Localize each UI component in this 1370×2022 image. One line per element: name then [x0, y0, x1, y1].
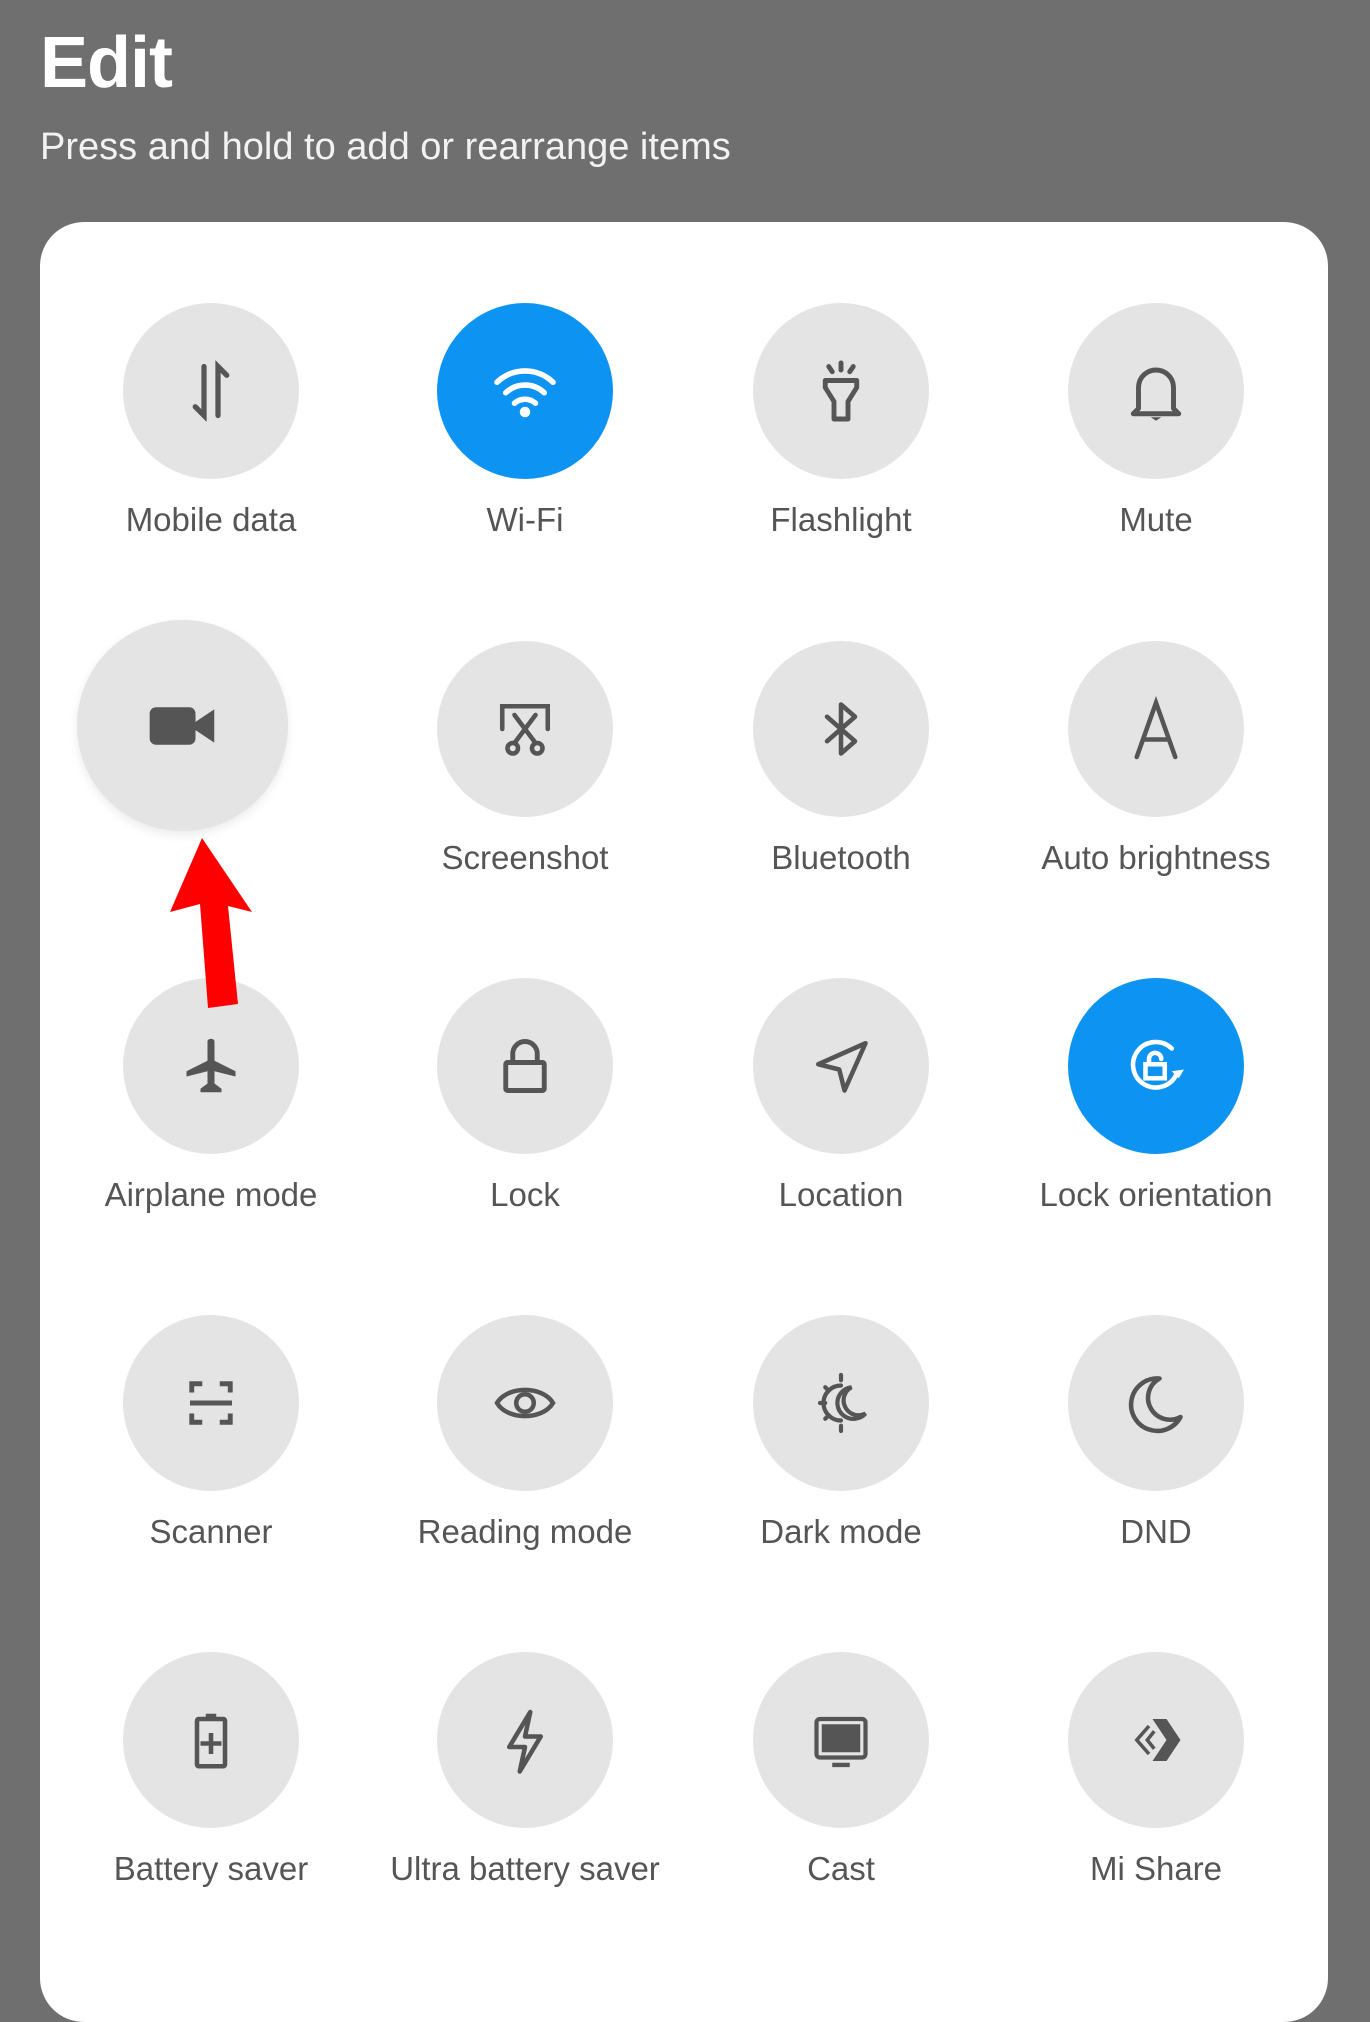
- cast-toggle[interactable]: [753, 1652, 929, 1828]
- wifi-icon: [494, 368, 556, 418]
- tile-label: Dark mode: [760, 1513, 922, 1550]
- lightning-icon: [506, 1709, 544, 1774]
- tile-label: Flashlight: [770, 501, 912, 538]
- tile-label: Ultra battery saver: [390, 1850, 660, 1887]
- lock-icon: [503, 1039, 547, 1093]
- tile-label: Screenshot: [441, 839, 609, 876]
- tile-dark-mode[interactable]: Dark mode: [691, 1315, 991, 1645]
- location-icon: [815, 1040, 868, 1093]
- wifi-toggle[interactable]: [437, 303, 613, 479]
- screenshot-toggle[interactable]: [437, 641, 613, 817]
- page-title: Edit: [40, 23, 173, 103]
- dnd-toggle[interactable]: [1068, 1315, 1244, 1491]
- flashlight-toggle[interactable]: [753, 303, 929, 479]
- scanner-icon: [189, 1381, 233, 1425]
- auto-brightness-toggle[interactable]: [1068, 641, 1244, 817]
- tile-screenshot[interactable]: Screenshot: [375, 641, 675, 971]
- tile-scanner[interactable]: Scanner: [61, 1315, 361, 1645]
- bluetooth-toggle[interactable]: [753, 641, 929, 817]
- tile-mi-share[interactable]: Mi Share: [1006, 1652, 1306, 1982]
- tile-reading-mode[interactable]: Reading mode: [375, 1315, 675, 1645]
- annotation-arrow-icon: [170, 838, 252, 1008]
- reading-mode-toggle[interactable]: [437, 1315, 613, 1491]
- tile-label: Bluetooth: [771, 839, 911, 876]
- tile-lock[interactable]: Lock: [375, 978, 675, 1308]
- tile-location[interactable]: Location: [691, 978, 991, 1308]
- tile-mobile-data[interactable]: Mobile data: [61, 303, 361, 633]
- tile-mute[interactable]: Mute: [1006, 303, 1306, 633]
- dark-mode-icon: [817, 1372, 868, 1434]
- auto-brightness-icon: [1134, 695, 1178, 760]
- mobile-data-icon: [192, 360, 230, 422]
- tile-label: Wi-Fi: [486, 501, 564, 538]
- tile-label: Location: [778, 1176, 904, 1213]
- location-toggle[interactable]: [753, 978, 929, 1154]
- mi-share-icon: [1134, 1719, 1181, 1761]
- eye-icon: [494, 1387, 556, 1419]
- mi-share-toggle[interactable]: [1068, 1652, 1244, 1828]
- dragged-tile-screen-recorder[interactable]: [77, 620, 288, 831]
- airplane-icon: [186, 1038, 236, 1093]
- tile-label: Reading mode: [417, 1513, 633, 1550]
- tile-label: Cast: [807, 1850, 875, 1887]
- page-subtitle: Press and hold to add or rearrange items: [40, 126, 731, 168]
- scanner-toggle[interactable]: [123, 1315, 299, 1491]
- tile-ultra-battery-saver[interactable]: Ultra battery saver: [375, 1652, 675, 1982]
- tile-wifi[interactable]: Wi-Fi: [375, 303, 675, 633]
- mobile-data-toggle[interactable]: [123, 303, 299, 479]
- tile-flashlight[interactable]: Flashlight: [691, 303, 991, 633]
- tile-label: Scanner: [149, 1513, 273, 1550]
- tile-label: Lock orientation: [1039, 1176, 1273, 1213]
- dark-mode-toggle[interactable]: [753, 1315, 929, 1491]
- lock-toggle[interactable]: [437, 978, 613, 1154]
- cast-icon: [814, 1716, 868, 1768]
- mute-toggle[interactable]: [1068, 303, 1244, 479]
- moon-icon: [1128, 1376, 1183, 1434]
- tile-dnd[interactable]: DND: [1006, 1315, 1306, 1645]
- tile-label: Auto brightness: [1041, 839, 1271, 876]
- tile-label: Mobile data: [125, 501, 297, 538]
- tile-lock-orientation[interactable]: Lock orientation: [1006, 978, 1306, 1308]
- battery-saver-icon: [194, 1713, 228, 1769]
- tile-label: Battery saver: [113, 1850, 309, 1887]
- bell-icon: [1130, 367, 1182, 421]
- screenshot-icon: [499, 703, 551, 756]
- flashlight-icon: [822, 360, 860, 422]
- tile-label: Airplane mode: [104, 1176, 318, 1213]
- tile-airplane-mode[interactable]: Airplane mode: [61, 978, 361, 1308]
- video-camera-icon: [149, 706, 214, 745]
- battery-saver-toggle[interactable]: [123, 1652, 299, 1828]
- tile-label: Lock: [490, 1176, 560, 1213]
- ultra-battery-saver-toggle[interactable]: [437, 1652, 613, 1828]
- tile-bluetooth[interactable]: Bluetooth: [691, 641, 991, 971]
- tile-auto-brightness[interactable]: Auto brightness: [1006, 641, 1306, 971]
- lock-orientation-icon: [1130, 1039, 1184, 1090]
- tile-cast[interactable]: Cast: [691, 1652, 991, 1982]
- tile-label: Mi Share: [1089, 1850, 1223, 1887]
- tile-battery-saver[interactable]: Battery saver: [61, 1652, 361, 1982]
- tile-label: Mute: [1119, 501, 1193, 538]
- bluetooth-icon: [824, 702, 858, 756]
- tile-label: DND: [1120, 1513, 1192, 1550]
- lock-orientation-toggle[interactable]: [1068, 978, 1244, 1154]
